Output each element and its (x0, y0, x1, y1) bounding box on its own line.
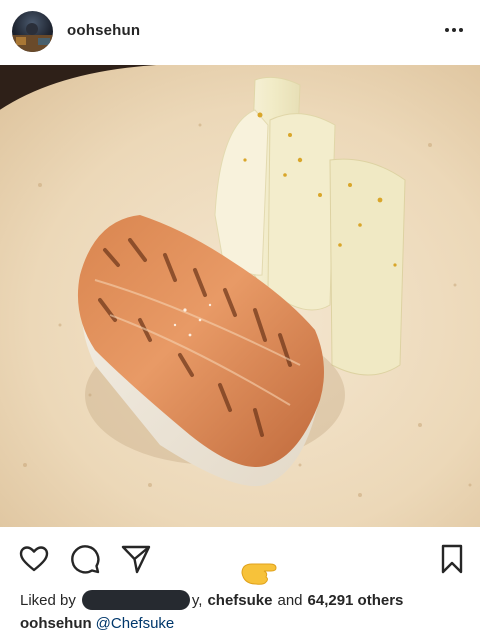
heart-icon[interactable] (18, 543, 50, 575)
more-dots-icon[interactable] (442, 18, 466, 42)
comment-bubble-icon[interactable] (69, 543, 101, 575)
bookmark-icon[interactable] (436, 543, 468, 575)
post-header: oohsehun (0, 0, 480, 64)
liked-by-and: and (277, 591, 303, 609)
header-username[interactable]: oohsehun (67, 22, 140, 39)
caption-mention[interactable]: @Chefsuke (96, 615, 175, 632)
post-caption: oohsehun @Chefsuke (20, 615, 174, 632)
likes-count[interactable]: 64,291 others (308, 592, 404, 609)
redacted-username (81, 590, 190, 610)
pointing-hand-emoji-icon (240, 560, 282, 586)
post-photo[interactable] (0, 65, 480, 527)
caption-username[interactable]: oohsehun (20, 615, 92, 632)
liked-by-label: Liked by (20, 591, 76, 609)
liked-by-partial: y, (191, 591, 203, 609)
paper-plane-icon[interactable] (120, 543, 152, 575)
liked-by-friend[interactable]: chefsuke (207, 592, 272, 609)
likes-line: Liked by y, chefsuke and 64,291 others (20, 590, 403, 610)
avatar[interactable] (12, 11, 53, 52)
